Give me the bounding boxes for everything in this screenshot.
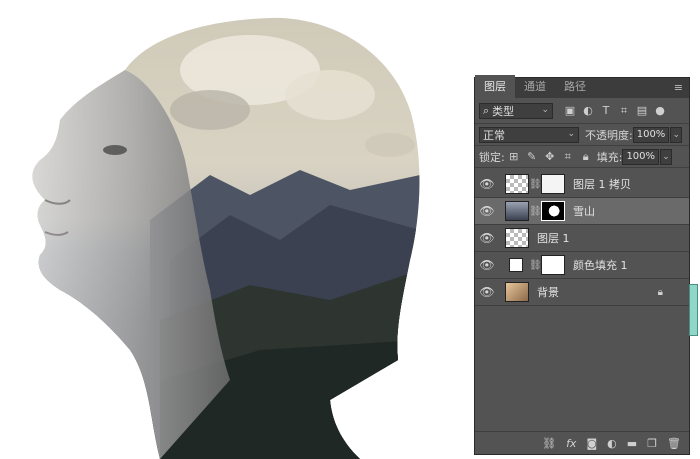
new-adjustment-icon[interactable]: ◐ <box>607 437 617 450</box>
fill-dropdown-icon[interactable]: ⌄ <box>660 148 673 165</box>
lock-icon[interactable]: 🔒︎ <box>658 287 663 298</box>
panel-footer: ⛓︎ fx ◙ ◐ ▬ ❐ 🗑︎ <box>475 431 689 454</box>
lock-label: 锁定: <box>479 150 505 164</box>
opacity-dropdown-icon[interactable]: ⌄ <box>670 126 683 143</box>
layer-row[interactable]: 👁︎ ⛓︎ 雪山 <box>475 198 689 225</box>
layer-thumbnail <box>505 282 529 302</box>
tab-channels[interactable]: 通道 <box>515 75 555 98</box>
canvas-artwork[interactable] <box>0 0 470 459</box>
chevron-down-icon: ⌄ <box>541 104 549 115</box>
visibility-eye-icon[interactable]: 👁︎ <box>475 285 499 299</box>
layer-name[interactable]: 图层 1 <box>537 230 570 246</box>
new-layer-icon[interactable]: ❐ <box>647 437 657 450</box>
tab-paths[interactable]: 路径 <box>555 75 595 98</box>
link-chain-icon[interactable]: ⛓︎ <box>529 179 542 190</box>
blend-mode-select[interactable]: 正常 ⌄ <box>479 126 579 143</box>
layers-list: 👁︎ ⛓︎ 图层 1 拷贝 👁︎ ⛓︎ 雪山 👁︎ 图层 1 👁︎ ⛓︎ 颜色填… <box>475 171 689 306</box>
image-filter-icon[interactable]: ▣ <box>561 104 579 117</box>
shape-filter-icon[interactable]: ⌗ <box>615 104 633 118</box>
layer-thumbnail <box>505 201 529 221</box>
type-filter-icon[interactable]: T <box>597 104 615 117</box>
opacity-label: 不透明度: <box>585 128 633 142</box>
fill-label: 填充: <box>596 150 623 164</box>
visibility-eye-icon[interactable]: 👁︎ <box>475 177 499 191</box>
lock-all-icon[interactable]: 🔒︎ <box>577 150 595 164</box>
visibility-eye-icon[interactable]: 👁︎ <box>475 258 499 272</box>
layer-mask-thumbnail[interactable] <box>541 201 565 221</box>
panel-tabs: 图层 通道 路径 ≡ <box>475 75 689 98</box>
lock-transparency-icon[interactable]: ⊞ <box>505 150 523 163</box>
layer-mask-thumbnail[interactable] <box>541 174 565 194</box>
chevron-down-icon: ⌄ <box>567 128 575 139</box>
panel-menu-icon[interactable]: ≡ <box>674 82 683 93</box>
visibility-eye-icon[interactable]: 👁︎ <box>475 231 499 245</box>
layer-style-icon[interactable]: fx <box>566 437 576 450</box>
layer-row[interactable]: 👁︎ 背景 🔒︎ <box>475 279 689 306</box>
lock-pixels-icon[interactable]: ✎ <box>523 150 541 163</box>
add-mask-icon[interactable]: ◙ <box>586 437 597 450</box>
layer-row[interactable]: 👁︎ ⛓︎ 图层 1 拷贝 <box>475 171 689 198</box>
fill-input[interactable]: 100% <box>622 148 660 165</box>
layer-row[interactable]: 👁︎ ⛓︎ 颜色填充 1 <box>475 252 689 279</box>
layer-name[interactable]: 背景 <box>537 284 559 300</box>
layer-filter-select[interactable]: ⌕ 类型 ⌄ <box>479 102 553 119</box>
layer-thumbnail <box>505 228 529 248</box>
layer-mask-thumbnail[interactable] <box>541 255 565 275</box>
visibility-eye-icon[interactable]: 👁︎ <box>475 204 499 218</box>
link-chain-icon[interactable]: ⛓︎ <box>529 206 542 217</box>
adjustment-filter-icon[interactable]: ◐ <box>579 104 597 117</box>
scrollbar-handle[interactable] <box>689 284 698 336</box>
lock-position-icon[interactable]: ✥ <box>541 150 559 163</box>
layer-name[interactable]: 图层 1 拷贝 <box>573 176 631 192</box>
tab-layers[interactable]: 图层 <box>475 75 515 98</box>
fill-color-swatch[interactable] <box>509 258 523 272</box>
blend-mode-value: 正常 <box>483 128 505 142</box>
smart-object-filter-icon[interactable]: ▤ <box>633 104 651 117</box>
layer-thumbnail <box>505 174 529 194</box>
layer-name[interactable]: 颜色填充 1 <box>573 257 628 273</box>
new-group-icon[interactable]: ▬ <box>627 437 637 450</box>
delete-layer-icon[interactable]: 🗑︎ <box>667 437 681 450</box>
layers-panel: 图层 通道 路径 ≡ ⌕ 类型 ⌄ ▣ ◐ T ⌗ ▤ ● 正常 ⌄ 不透明度:… <box>474 75 698 455</box>
link-chain-icon[interactable]: ⛓︎ <box>529 260 542 271</box>
opacity-input[interactable]: 100% <box>632 126 670 143</box>
search-icon: ⌕ <box>483 103 490 117</box>
lock-artboard-icon[interactable]: ⌗ <box>559 150 577 164</box>
layer-name[interactable]: 雪山 <box>573 203 595 219</box>
layer-row[interactable]: 👁︎ 图层 1 <box>475 225 689 252</box>
link-layers-icon[interactable]: ⛓︎ <box>542 437 556 450</box>
filter-toggle-icon[interactable]: ● <box>651 104 669 117</box>
layer-filter-value: 类型 <box>492 104 515 118</box>
